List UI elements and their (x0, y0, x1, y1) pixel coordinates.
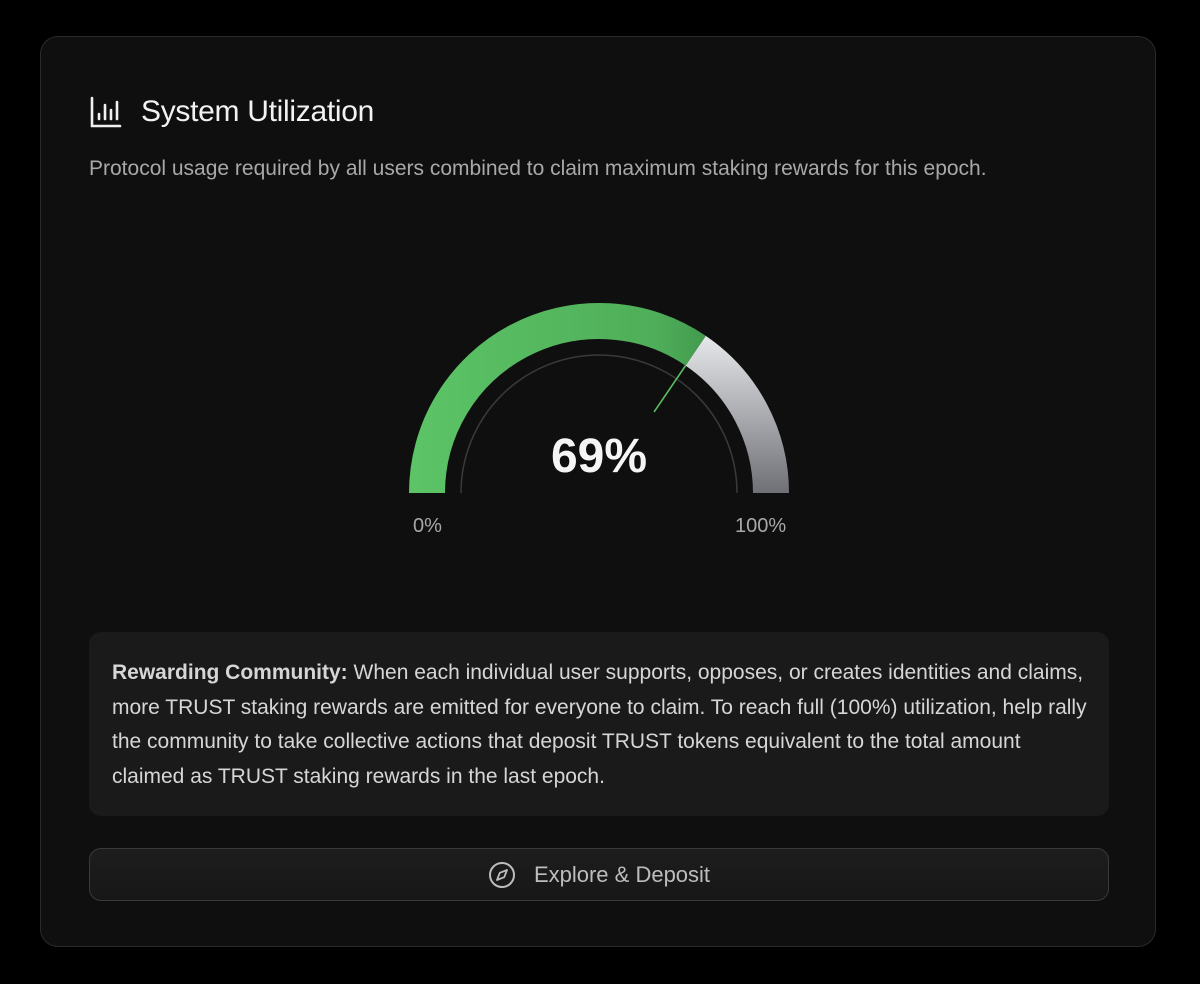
explore-deposit-label: Explore & Deposit (533, 861, 711, 887)
gauge-max-label: 100% (735, 515, 787, 537)
gauge-min-label: 0% (413, 515, 442, 537)
compass-icon (488, 861, 516, 889)
rewarding-community-note: Rewarding Community: When each individua… (89, 632, 1109, 816)
gauge-graphic (409, 303, 789, 494)
gauge-remaining-arc (685, 335, 789, 494)
system-utilization-card: System Utilization Protocol usage requir… (40, 36, 1156, 947)
explore-deposit-button[interactable]: Explore & Deposit (89, 848, 1109, 901)
utilization-gauge: 69% 0% 100% (41, 37, 1157, 597)
note-heading: Rewarding Community: (112, 661, 348, 684)
gauge-value-label: 69% (550, 430, 648, 483)
gauge-needle (653, 365, 687, 413)
